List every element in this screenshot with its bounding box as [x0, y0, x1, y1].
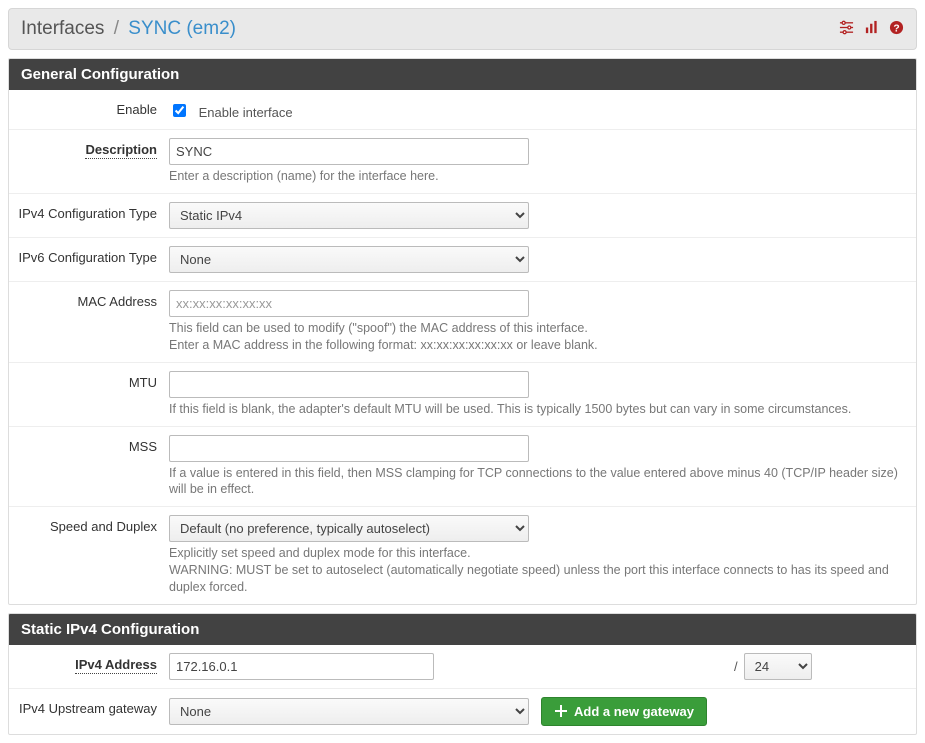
label-ipv4-address: IPv4 Address: [75, 657, 157, 674]
ipv6-config-type-select[interactable]: None: [169, 246, 529, 273]
help-icon[interactable]: ?: [889, 20, 904, 39]
chart-icon[interactable]: [864, 20, 879, 39]
mss-help: If a value is entered in this field, the…: [169, 465, 904, 499]
sliders-icon[interactable]: [839, 20, 854, 39]
breadcrumb-current[interactable]: SYNC (em2): [128, 18, 236, 39]
row-ipv4-type: IPv4 Configuration Type Static IPv4: [9, 194, 916, 238]
label-mss: MSS: [129, 439, 157, 454]
panel-general-configuration: General Configuration Enable Enable inte…: [8, 58, 917, 605]
row-speed-duplex: Speed and Duplex Default (no preference,…: [9, 507, 916, 604]
label-mac: MAC Address: [78, 294, 157, 309]
description-help: Enter a description (name) for the inter…: [169, 168, 904, 185]
enable-interface-checkbox-label[interactable]: Enable interface: [199, 105, 293, 120]
page-header: Interfaces / SYNC (em2) ?: [8, 8, 917, 50]
svg-text:?: ?: [893, 23, 899, 34]
row-mtu: MTU If this field is blank, the adapter'…: [9, 363, 916, 427]
row-mss: MSS If a value is entered in this field,…: [9, 427, 916, 508]
breadcrumb-root[interactable]: Interfaces: [21, 18, 104, 39]
ipv4-address-input[interactable]: [169, 653, 434, 680]
speed-help-1: Explicitly set speed and duplex mode for…: [169, 545, 904, 562]
plus-icon: [554, 704, 568, 718]
row-mac: MAC Address This field can be used to mo…: [9, 282, 916, 363]
label-speed: Speed and Duplex: [50, 519, 157, 534]
label-mtu: MTU: [129, 375, 157, 390]
description-input[interactable]: [169, 138, 529, 165]
row-ipv4-gateway: IPv4 Upstream gateway None Add a new gat…: [9, 689, 916, 734]
mtu-help: If this field is blank, the adapter's de…: [169, 401, 904, 418]
label-ipv4-gateway: IPv4 Upstream gateway: [19, 701, 157, 716]
header-icon-bar: ?: [839, 20, 904, 39]
mtu-input[interactable]: [169, 371, 529, 398]
ipv4-gateway-select[interactable]: None: [169, 698, 529, 725]
row-ipv6-type: IPv6 Configuration Type None: [9, 238, 916, 282]
label-description: Description: [85, 142, 157, 159]
panel-heading-general: General Configuration: [9, 59, 916, 90]
row-ipv4-address: IPv4 Address / 24: [9, 645, 916, 689]
label-enable: Enable: [117, 102, 157, 117]
speed-duplex-select[interactable]: Default (no preference, typically autose…: [169, 515, 529, 542]
ipv4-cidr-select[interactable]: 24: [744, 653, 812, 680]
label-ipv6-type: IPv6 Configuration Type: [18, 250, 157, 265]
add-new-gateway-button-label: Add a new gateway: [574, 704, 694, 719]
cidr-slash: /: [734, 659, 738, 674]
label-ipv4-type: IPv4 Configuration Type: [18, 206, 157, 221]
row-description: Description Enter a description (name) f…: [9, 130, 916, 194]
mac-address-input[interactable]: [169, 290, 529, 317]
speed-help-2: WARNING: MUST be set to autoselect (auto…: [169, 562, 904, 596]
panel-static-ipv4: Static IPv4 Configuration IPv4 Address /…: [8, 613, 917, 735]
panel-heading-static-ipv4: Static IPv4 Configuration: [9, 614, 916, 645]
enable-interface-checkbox[interactable]: [173, 104, 186, 117]
breadcrumb: Interfaces / SYNC (em2): [21, 18, 236, 40]
ipv4-config-type-select[interactable]: Static IPv4: [169, 202, 529, 229]
breadcrumb-separator: /: [114, 18, 119, 39]
mss-input[interactable]: [169, 435, 529, 462]
add-new-gateway-button[interactable]: Add a new gateway: [541, 697, 707, 726]
mac-help-2: Enter a MAC address in the following for…: [169, 337, 904, 354]
mac-help-1: This field can be used to modify ("spoof…: [169, 320, 904, 337]
row-enable: Enable Enable interface: [9, 90, 916, 130]
